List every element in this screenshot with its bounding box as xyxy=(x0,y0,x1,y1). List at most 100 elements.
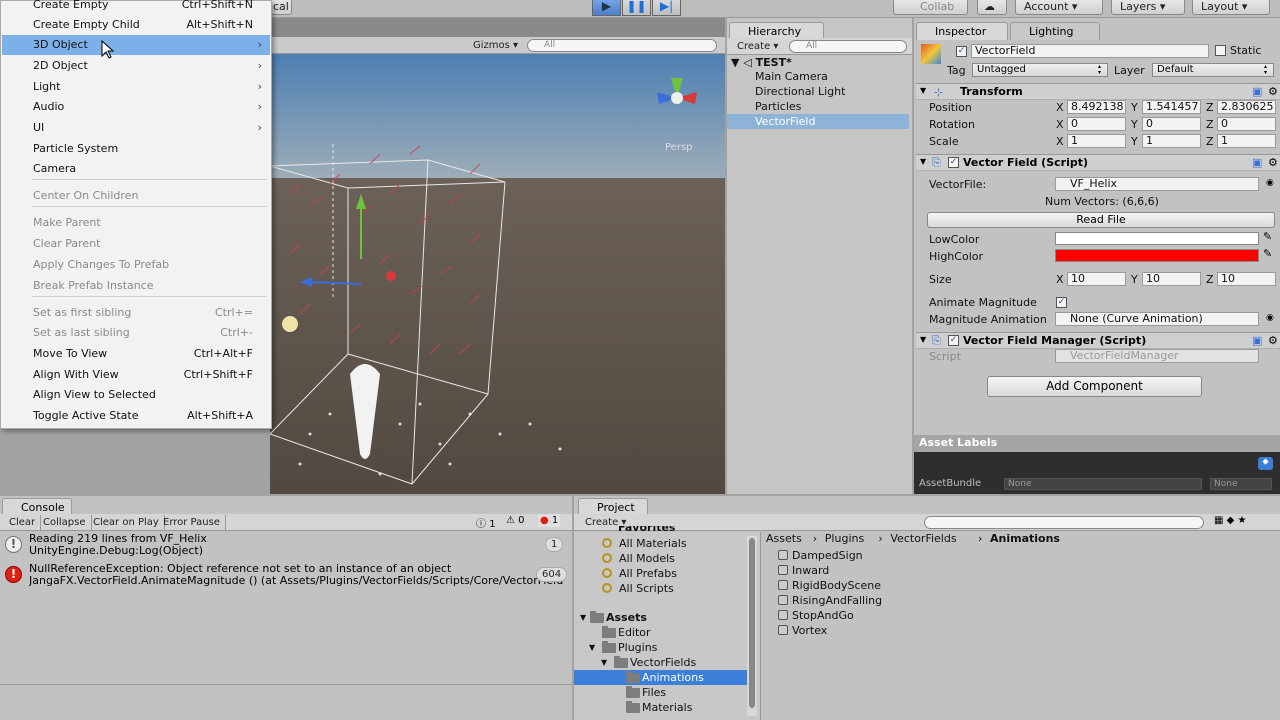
menu-item-break-prefab-instance[interactable]: Break Prefab Instance xyxy=(2,276,270,296)
help-icon[interactable]: ▣ xyxy=(1252,156,1262,169)
active-checkbox[interactable]: ✓ xyxy=(956,46,967,57)
scale-z-field[interactable]: 1 xyxy=(1217,134,1276,148)
manager-enabled-checkbox[interactable]: ✓ xyxy=(948,335,959,346)
menu-item-ui[interactable]: UI › xyxy=(2,118,270,138)
project-file[interactable]: RisingAndFalling xyxy=(792,593,882,608)
position-z-field[interactable]: 2.830625 xyxy=(1217,100,1276,114)
asset-labels-header[interactable]: Asset Labels xyxy=(914,435,1280,452)
error-count-toggle[interactable]: ● 1 xyxy=(538,514,561,527)
favorites-header[interactable]: Favorites xyxy=(618,526,675,534)
project-file[interactable]: Inward xyxy=(792,563,829,578)
object-name-field[interactable]: VectorField xyxy=(971,44,1209,58)
position-y-field[interactable]: 1.541457 xyxy=(1142,100,1201,114)
menu-item-3d-object[interactable]: 3D Object › xyxy=(2,35,270,55)
object-picker-icon[interactable]: ◉ xyxy=(1266,178,1274,188)
breadcrumb-item[interactable]: Animations xyxy=(990,531,1060,546)
favorite-item[interactable]: All Materials xyxy=(619,536,687,551)
highcolor-swatch[interactable] xyxy=(1055,249,1259,262)
console-entry-line2[interactable]: UnityEngine.Debug:Log(Object) xyxy=(29,545,564,557)
tree-item[interactable]: Files xyxy=(642,685,666,700)
console-error-pause-button[interactable]: Error Pause xyxy=(158,515,226,530)
tree-item[interactable]: VectorFields xyxy=(630,655,696,670)
rotation-z-field[interactable]: 0 xyxy=(1217,117,1276,131)
console-entry-line1[interactable]: NullReferenceException: Object reference… xyxy=(29,563,564,575)
eyedropper-icon[interactable]: ✎ xyxy=(1263,247,1272,260)
tag-icon[interactable]: ⬥ xyxy=(1258,457,1273,470)
warning-count-toggle[interactable]: ⚠ 0 xyxy=(506,515,525,526)
step-button[interactable]: ▶| xyxy=(652,0,681,16)
breadcrumb-item[interactable]: Plugins xyxy=(825,531,864,546)
cloud-button[interactable]: ☁ xyxy=(977,0,1007,15)
menu-item-camera[interactable]: Camera xyxy=(2,159,270,179)
menu-item-2d-object[interactable]: 2D Object › xyxy=(2,56,270,76)
play-button[interactable]: ▶ xyxy=(592,0,621,16)
project-file[interactable]: Vortex xyxy=(792,623,827,638)
tree-item[interactable]: Materials xyxy=(642,700,692,715)
hierarchy-item[interactable]: Main Camera xyxy=(727,69,909,84)
help-icon[interactable]: ▣ xyxy=(1252,334,1262,347)
help-icon[interactable]: ▣ xyxy=(1252,85,1262,98)
console-entry-line2[interactable]: JangaFX.VectorField.AnimateMagnitude () … xyxy=(29,575,564,587)
console-clear-button[interactable]: Clear xyxy=(4,515,42,530)
account-dropdown[interactable]: Account ▾ xyxy=(1015,0,1103,15)
tab-inspector[interactable]: Inspector xyxy=(916,22,1008,40)
breadcrumb-item[interactable]: VectorFields xyxy=(890,531,956,546)
tree-item[interactable]: Plugins xyxy=(618,640,657,655)
assets-root[interactable]: Assets xyxy=(606,610,647,625)
menu-item-light[interactable]: Light › xyxy=(2,77,270,97)
static-checkbox[interactable] xyxy=(1215,45,1226,56)
scene-search[interactable]: All xyxy=(527,39,717,52)
lowcolor-swatch[interactable] xyxy=(1055,232,1259,245)
settings-gear-icon[interactable]: ⚙ xyxy=(1268,334,1278,347)
eyedropper-icon[interactable]: ✎ xyxy=(1263,230,1272,243)
expand-arrow-icon[interactable]: ▼ xyxy=(580,610,586,625)
expand-arrow-icon[interactable]: ▼ xyxy=(589,640,595,655)
rotation-y-field[interactable]: 0 xyxy=(1142,117,1201,131)
log-count-toggle[interactable]: ⓘ 1 xyxy=(476,515,496,530)
layout-dropdown[interactable]: Layout ▾ xyxy=(1192,0,1270,15)
hierarchy-item[interactable]: Particles xyxy=(727,99,909,114)
tab-lighting[interactable]: Lighting xyxy=(1010,22,1100,40)
magnitude-animation-field[interactable]: None (Curve Animation) xyxy=(1055,312,1259,326)
animate-magnitude-checkbox[interactable]: ✓ xyxy=(1056,297,1067,308)
vectorfield-manager-header[interactable]: ▼ ⎘ ✓ Vector Field Manager (Script) ▣ ⚙ xyxy=(916,332,1280,349)
menu-item-create-empty[interactable]: Create Empty Ctrl+Shift+N xyxy=(2,0,270,15)
size-z-field[interactable]: 10 xyxy=(1217,272,1276,286)
menu-item-audio[interactable]: Audio › xyxy=(2,97,270,117)
expand-arrow-icon[interactable]: ▼ xyxy=(601,655,607,670)
hierarchy-item[interactable]: VectorField xyxy=(727,114,909,129)
project-split[interactable] xyxy=(760,532,761,720)
breadcrumb-item[interactable]: Assets xyxy=(766,531,802,546)
read-file-button[interactable]: Read File xyxy=(927,212,1275,228)
assetbundle-dropdown[interactable]: None xyxy=(1004,478,1202,490)
menu-item-particle-system[interactable]: Particle System xyxy=(2,139,270,159)
vectorfield-enabled-checkbox[interactable]: ✓ xyxy=(948,157,959,168)
menu-item-set-as-first-sibling[interactable]: Set as first sibling Ctrl+= xyxy=(2,303,270,323)
project-file[interactable]: StopAndGo xyxy=(792,608,854,623)
scale-x-field[interactable]: 1 xyxy=(1067,134,1126,148)
rotation-x-field[interactable]: 0 xyxy=(1067,117,1126,131)
menu-item-align-with-view[interactable]: Align With View Ctrl+Shift+F xyxy=(2,365,270,385)
scene-orientation-gizmo[interactable] xyxy=(655,68,710,128)
position-x-field[interactable]: 8.492138 xyxy=(1067,100,1126,114)
assetbundle-variant-dropdown[interactable]: None xyxy=(1210,478,1272,490)
favorite-item[interactable]: All Scripts xyxy=(619,581,674,596)
menu-item-toggle-active-state[interactable]: Toggle Active State Alt+Shift+A xyxy=(2,406,270,426)
layer-dropdown[interactable]: Default xyxy=(1152,63,1274,77)
menu-item-create-empty-child[interactable]: Create Empty Child Alt+Shift+N xyxy=(2,15,270,35)
menu-item-center-on-children[interactable]: Center On Children xyxy=(2,186,270,206)
gizmos-dropdown[interactable]: Gizmos ▾ xyxy=(468,38,523,53)
filter-icons[interactable]: ▦ ◆ ★ xyxy=(1214,515,1246,526)
add-component-button[interactable]: Add Component xyxy=(987,376,1202,397)
tree-item[interactable]: Editor xyxy=(618,625,651,640)
pause-button[interactable]: ❚❚ xyxy=(622,0,651,16)
menu-item-make-parent[interactable]: Make Parent xyxy=(2,213,270,233)
size-y-field[interactable]: 10 xyxy=(1142,272,1201,286)
pivot-toggle[interactable]: cal xyxy=(270,0,292,15)
settings-gear-icon[interactable]: ⚙ xyxy=(1268,156,1278,169)
menu-item-clear-parent[interactable]: Clear Parent xyxy=(2,234,270,254)
console-clear-on-play-button[interactable]: Clear on Play xyxy=(88,515,165,530)
project-file[interactable]: RigidBodyScene xyxy=(792,578,881,593)
object-picker-icon[interactable]: ◉ xyxy=(1266,313,1274,323)
tree-scrollbar[interactable] xyxy=(747,536,757,716)
